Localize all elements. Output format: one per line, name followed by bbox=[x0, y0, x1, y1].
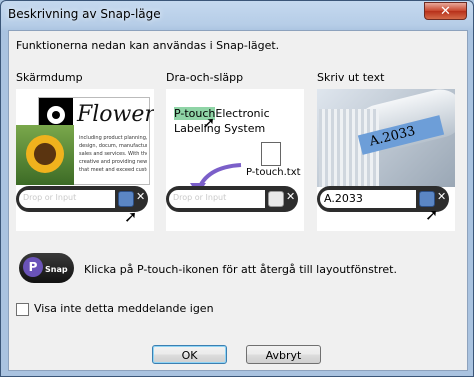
drop-placeholder: Drop or Input bbox=[173, 193, 227, 202]
column-label-dragdrop: Dra-och-släpp bbox=[166, 71, 244, 84]
drop-input-field: Drop or Input bbox=[169, 190, 265, 208]
dialog-window: Beskrivning av Snap-läge ✕ Funktionerna … bbox=[0, 0, 474, 377]
column-label-printtext: Skriv ut text bbox=[317, 71, 385, 84]
document-text: including product planning, de design, d… bbox=[79, 135, 147, 173]
drop-input-value: A.2033 bbox=[324, 192, 363, 205]
dont-show-again-checkbox[interactable] bbox=[16, 303, 29, 316]
sample-text-line2: Labeling System bbox=[174, 122, 266, 135]
mouse-cursor-icon: ➚ bbox=[124, 207, 138, 226]
screenshot-illustration: Flower including product planning, de de… bbox=[16, 89, 154, 231]
window-title: Beskrivning av Snap-läge bbox=[8, 7, 161, 21]
bar-close-icon: ✕ bbox=[286, 190, 296, 203]
dont-show-again-label[interactable]: Visa inte detta meddelande igen bbox=[34, 302, 214, 315]
cancel-button[interactable]: Avbryt bbox=[246, 345, 321, 364]
snap-icon: P Snap bbox=[19, 253, 74, 283]
snap-icon-label: Snap bbox=[45, 265, 68, 274]
title-bar: Beskrivning av Snap-läge ✕ bbox=[1, 1, 473, 29]
capture-icon bbox=[268, 191, 284, 207]
file-icon bbox=[261, 142, 281, 166]
dragdrop-illustration: P-touchElectronic Labeling System P-touc… bbox=[166, 89, 304, 231]
bar-close-icon: ✕ bbox=[136, 190, 146, 203]
mouse-cursor-icon: ➚ bbox=[202, 113, 216, 132]
bar-close-icon: ✕ bbox=[437, 190, 447, 203]
document-title: Flower bbox=[77, 102, 154, 127]
close-button[interactable]: ✕ bbox=[424, 2, 467, 20]
file-name: P-touch.txt bbox=[246, 167, 301, 178]
drop-input-field: A.2033 bbox=[320, 190, 416, 208]
ok-button[interactable]: OK bbox=[152, 345, 227, 364]
printer-photo: A.2033 bbox=[317, 89, 455, 187]
column-label-screenshot: Skärmdump bbox=[16, 71, 83, 84]
intro-text: Funktionerna nedan kan användas i Snap-l… bbox=[16, 39, 280, 52]
sunflower-image bbox=[16, 125, 74, 185]
printtext-illustration: A.2033 A.2033 ✕ ➚ bbox=[317, 89, 455, 231]
dialog-content: Funktionerna nedan kan användas i Snap-l… bbox=[8, 30, 468, 371]
snap-drop-bar: Drop or Input ✕ bbox=[166, 186, 298, 212]
mouse-cursor-icon: ➚ bbox=[425, 205, 439, 224]
capture-icon bbox=[118, 191, 134, 207]
hint-text: Klicka på P-touch-ikonen för att återgå … bbox=[84, 263, 397, 276]
drop-input-field: Drop or Input bbox=[19, 190, 115, 208]
drop-placeholder: Drop or Input bbox=[23, 193, 77, 202]
sample-text-line1: P-touchElectronic bbox=[174, 107, 270, 120]
